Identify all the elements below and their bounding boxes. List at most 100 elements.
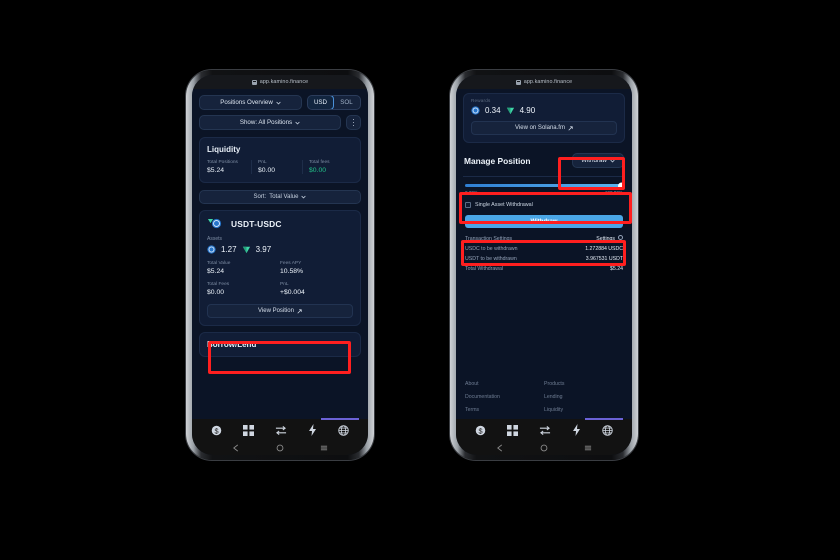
assets-row: 1.27 3.97: [207, 245, 353, 254]
external-link-icon: [568, 125, 573, 131]
stat-label: Total fees: [309, 160, 330, 165]
external-link-icon: [297, 308, 302, 314]
slider-knob[interactable]: [618, 182, 625, 189]
metric-label: Total Value: [207, 261, 231, 266]
android-home-icon[interactable]: [540, 444, 548, 452]
phone-right-screen: app.kamino.finance Rewards 0.34 4.90 Vie…: [456, 75, 632, 455]
position-card[interactable]: USDT-USDC Assets 1.27 3.97 Total Value $…: [199, 210, 361, 326]
svg-text:$: $: [214, 426, 218, 435]
gear-icon[interactable]: [618, 235, 623, 240]
view-position-button[interactable]: View Position: [207, 304, 353, 318]
browser-url-bar[interactable]: app.kamino.finance: [456, 75, 632, 89]
globe-icon[interactable]: [338, 424, 350, 436]
sort-select[interactable]: Sort: Total Value: [199, 190, 361, 204]
show-filter-select[interactable]: Show: All Positions: [199, 115, 341, 130]
grid-icon[interactable]: [242, 424, 254, 436]
manage-position-header: Manage Position Withdraw: [456, 153, 632, 168]
lock-icon: [251, 79, 257, 85]
android-recents-icon[interactable]: [584, 444, 592, 452]
liquidity-card-title: Liquidity: [207, 145, 241, 154]
phone-left-screen: app.kamino.finance Positions Overview US…: [192, 75, 368, 455]
withdraw-button[interactable]: Withdraw: [465, 215, 623, 228]
metric-value: 10.58%: [280, 268, 304, 275]
lightning-icon[interactable]: [572, 424, 581, 436]
position-metrics-row-1: Total Value $5.24 Fees APY 10.58%: [207, 261, 353, 275]
liquidity-stats: Total Positions $5.24 PnL $0.00 Total fe…: [207, 160, 353, 174]
asset-amount: 3.97: [255, 245, 272, 254]
transaction-label: Total Withdrawal: [465, 266, 504, 272]
view-on-solana-button[interactable]: View on Solana.fm: [471, 121, 617, 135]
transaction-row[interactable]: Transaction Settings Settings: [465, 235, 623, 242]
show-filter-label: Show: All Positions: [239, 119, 293, 126]
kebab-menu-icon[interactable]: [346, 115, 361, 130]
stat-label: PnL: [258, 160, 267, 165]
grid-icon[interactable]: [506, 424, 518, 436]
borrow-lend-card[interactable]: Borrow/Lend: [199, 332, 361, 357]
footer-link[interactable]: Terms: [465, 407, 544, 413]
app-nav-icons: $: [192, 419, 368, 441]
metric-value: $0.00: [207, 289, 225, 296]
transaction-label: Transaction Settings: [465, 235, 513, 242]
rewards-label: Rewards: [471, 98, 491, 103]
withdraw-dropdown[interactable]: Withdraw: [572, 153, 624, 168]
transaction-label: USDT to be withdrawn: [465, 256, 517, 262]
currency-sol-option[interactable]: SOL: [333, 96, 360, 109]
withdraw-slider[interactable]: 0.00% 100.00%: [456, 182, 632, 195]
nav-accent-line: [321, 418, 359, 420]
right-bottom-nav: $: [456, 418, 632, 455]
browser-url-bar[interactable]: app.kamino.finance: [192, 75, 368, 89]
dollar-circle-icon[interactable]: $: [211, 425, 222, 436]
svg-text:$: $: [478, 426, 482, 435]
url-text: app.kamino.finance: [259, 79, 309, 85]
withdraw-dropdown-label: Withdraw: [581, 157, 607, 164]
positions-overview-select[interactable]: Positions Overview: [199, 95, 302, 110]
swap-icon[interactable]: [275, 425, 287, 436]
footer-column-products: Products Lending Liquidity: [544, 374, 623, 413]
reward-amount: 0.34: [485, 106, 501, 115]
site-footer: About Documentation Terms Products Lendi…: [456, 374, 632, 419]
lightning-icon[interactable]: [308, 424, 317, 436]
manage-position-title: Manage Position: [464, 155, 531, 166]
usdt-token-icon: [242, 246, 250, 254]
stat-pnl: PnL $0.00: [251, 160, 302, 174]
borrow-lend-title: Borrow/Lend: [207, 340, 257, 349]
left-page: Positions Overview USD SOL Show: All Pos…: [192, 89, 368, 419]
footer-link[interactable]: Documentation: [465, 394, 544, 400]
android-back-icon[interactable]: [496, 444, 504, 452]
chevron-down-icon: [276, 101, 281, 104]
reward-amount: 4.90: [519, 106, 536, 115]
assets-label: Assets: [207, 236, 223, 242]
footer-link[interactable]: Liquidity: [544, 407, 623, 413]
rewards-row: 0.34 4.90: [471, 106, 617, 115]
transaction-value: Settings: [596, 236, 615, 242]
metric-total-value: Total Value $5.24: [207, 261, 280, 275]
android-back-icon[interactable]: [232, 444, 240, 452]
footer-link[interactable]: Lending: [544, 394, 623, 400]
transaction-summary: Transaction Settings Settings USDC to be…: [456, 235, 632, 272]
android-home-icon[interactable]: [276, 444, 284, 452]
transaction-row: Total Withdrawal $5.24: [465, 266, 623, 272]
slider-max-label: 100.00%: [604, 190, 623, 195]
right-page: Rewards 0.34 4.90 View on Solana.fm Mana…: [456, 89, 632, 419]
dollar-circle-icon[interactable]: $: [475, 425, 486, 436]
slider-track[interactable]: [465, 182, 625, 189]
rewards-card: Rewards 0.34 4.90 View on Solana.fm: [463, 93, 625, 143]
slider-min-label: 0.00%: [465, 190, 479, 195]
stat-value: $0.00: [309, 167, 327, 174]
nav-accent-line: [585, 418, 623, 420]
chevron-down-icon: [295, 121, 300, 124]
system-nav: [456, 441, 632, 455]
asset-amount: 1.27: [221, 245, 237, 254]
currency-usd-option[interactable]: USD: [308, 96, 334, 109]
globe-icon[interactable]: [602, 424, 614, 436]
phone-left: app.kamino.finance Positions Overview US…: [186, 70, 374, 460]
single-asset-withdrawal-row[interactable]: Single Asset Withdrawal: [456, 202, 632, 208]
swap-icon[interactable]: [539, 425, 551, 436]
metric-label: Fees APY: [280, 261, 302, 266]
position-pair-row: USDT-USDC: [207, 218, 353, 230]
android-recents-icon[interactable]: [320, 444, 328, 452]
url-text: app.kamino.finance: [523, 79, 573, 85]
currency-toggle[interactable]: USD SOL: [307, 95, 361, 110]
checkbox-icon[interactable]: [465, 202, 471, 208]
lock-icon: [515, 79, 521, 85]
